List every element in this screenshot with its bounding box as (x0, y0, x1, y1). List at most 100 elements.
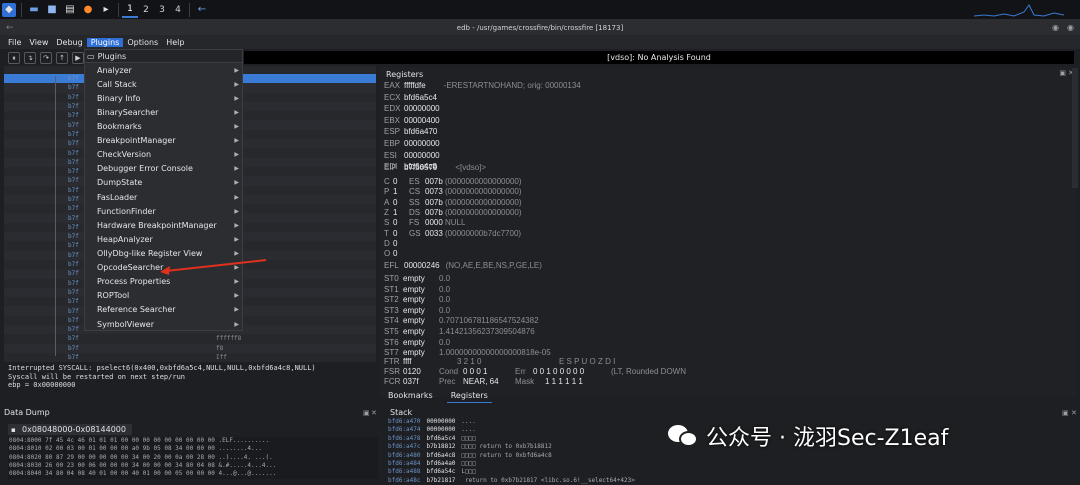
menu-debug[interactable]: Debug (52, 38, 86, 47)
plugin-menu-item[interactable]: Process Properties ▶ (85, 275, 242, 289)
flag-seg-row[interactable]: D0 (384, 239, 445, 248)
tab-bookmarks[interactable]: Bookmarks (384, 389, 437, 403)
pause-icon[interactable]: ⏸ (8, 52, 20, 64)
flag-seg-row[interactable]: C 0 ES 007b (0000000000000000) (384, 177, 522, 186)
fpu-row[interactable]: ST5 empty 1.41421356237309504876 (384, 327, 535, 336)
fpu-row[interactable]: ST1 empty 0.0 (384, 285, 450, 294)
flag-seg-row[interactable]: S 0 FS 0000 NULL (384, 218, 465, 227)
back-arrow-icon[interactable]: ← (195, 3, 209, 17)
flag-seg-row[interactable]: Z 1 DS 007b (0000000000000000) (384, 208, 522, 217)
plugin-menu-item[interactable]: DumpState ▶ (85, 176, 242, 190)
workspace-1[interactable]: 1 (122, 2, 138, 18)
workspace-3[interactable]: 3 (154, 2, 170, 18)
fpu-row[interactable]: ST2 empty 0.0 (384, 295, 450, 304)
plugin-menu-item[interactable]: Debugger Error Console ▶ (85, 162, 242, 176)
workspace-2[interactable]: 2 (138, 2, 154, 18)
plugin-menu-item[interactable]: HeapAnalyzer ▶ (85, 232, 242, 246)
fpu-row[interactable]: ST3 empty 0.0 (384, 306, 450, 315)
fsr-row[interactable]: FSR 0120 Cond 0 0 0 1 Err 0 0 1 0 0 0 0 0 (LT,… (384, 367, 686, 376)
menu-view[interactable]: View (25, 38, 52, 47)
plugins-dropdown: ▭ Plugins Analyzer ▶ Call Stack ▶ Binary Inf… (84, 49, 243, 331)
workspace-4[interactable]: 4 (170, 2, 186, 18)
data-dump-segment-tab[interactable]: ▪ 0x08048000-0x08144000 (8, 424, 132, 435)
plugin-menu-item[interactable]: Hardware BreakpointManager ▶ (85, 218, 242, 232)
flag-seg-row[interactable]: O0 (384, 249, 445, 258)
menu-options[interactable]: Options (123, 38, 162, 47)
gpr-row[interactable]: ESP bfd6a470 (384, 127, 455, 136)
dump-row[interactable]: 0804:8020 80 87 29 00 00 00 00 00 34 00 … (9, 454, 378, 462)
app-launcher-icon[interactable]: ◆ (2, 2, 16, 17)
run-icon[interactable]: ▶ (72, 52, 84, 64)
stack-row[interactable]: bfd6:a478 bfd6a5c4 □□□□ (388, 435, 688, 443)
plugin-menu-item[interactable]: BinarySearcher ▶ (85, 105, 242, 119)
text-editor-icon[interactable]: ▤ (63, 3, 77, 17)
dump-row[interactable]: 0804:8030 26 00 23 00 06 00 00 00 34 00 … (9, 462, 378, 470)
efl-row[interactable]: EFL 00000246 (NO,AE,E,BE,NS,P,GE,LE) (384, 261, 542, 270)
menu-file[interactable]: File (4, 38, 25, 47)
minimize-icon[interactable]: ◉ (1052, 23, 1059, 32)
stack-row[interactable]: bfd6:a47c b7b18812 □□□□ return to 0xb7b188… (388, 443, 688, 451)
tab-registers[interactable]: Registers (446, 389, 492, 403)
stack-row[interactable]: bfd6:a484 bfd6a4a0 □□□□ (388, 460, 688, 468)
plugin-menu-item[interactable]: SymbolViewer ▶ (85, 317, 242, 331)
data-dump-view[interactable]: 0804:8000 7f 45 4c 46 01 01 01 00 00 00 … (8, 437, 378, 479)
fpu-row[interactable]: ST4 empty 0.707106781186547524382 (384, 316, 539, 325)
plugins-dropdown-header[interactable]: ▭ Plugins (85, 50, 242, 63)
panel-close-icon[interactable]: ✕ (1071, 409, 1077, 417)
plugin-menu-item[interactable]: Binary Info ▶ (85, 91, 242, 105)
dump-row[interactable]: 0804:8040 34 80 04 08 40 01 00 00 40 01 … (9, 470, 378, 478)
panel-close-icon[interactable]: ✕ (371, 409, 377, 417)
terminal-icon[interactable]: ▸ (99, 3, 113, 17)
stack-row[interactable]: bfd6:a474 00000000.... (388, 426, 688, 434)
menu-plugins[interactable]: Plugins (86, 37, 124, 47)
gpr-row[interactable]: EBP 00000000 (384, 139, 458, 148)
step-out-icon[interactable]: ↑ (56, 52, 68, 64)
stack-row[interactable]: bfd6:a480 bfd6a4c8 □□□□ return to 0xbfd6a4… (388, 452, 688, 460)
menu-help[interactable]: Help (162, 38, 188, 47)
gpr-row[interactable]: ECX bfd6a5c4 (384, 93, 455, 102)
panel-float-icon[interactable]: ▣ (1059, 69, 1066, 77)
plugin-menu-item[interactable]: CheckVersion ▶ (85, 148, 242, 162)
stack-row[interactable]: bfd6:a470 00000000.... (388, 418, 688, 426)
dump-row[interactable]: 0804:8000 7f 45 4c 46 01 01 01 00 00 00 … (9, 437, 378, 445)
plugin-menu-item[interactable]: Bookmarks ▶ (85, 119, 242, 133)
panel-float-icon[interactable]: ▣ (363, 409, 370, 417)
analysis-banner: [vdso]: No Analysis Found (244, 51, 1074, 64)
gpr-row[interactable]: EAX fffffdfe -ERESTARTNOHAND; orig: 000001… (384, 81, 581, 90)
dump-row[interactable]: 0804:8010 02 00 03 00 01 00 00 00 a0 9b … (9, 445, 378, 453)
panel-float-icon[interactable]: ▣ (1062, 409, 1069, 417)
fcr-row[interactable]: FCR 037f Prec NEAR, 64 Mask 1 1 1 1 1 1 (384, 377, 623, 386)
plugin-menu-item[interactable]: Analyzer ▶ (85, 63, 242, 77)
stack-row[interactable]: bfd6:a48c b7b21817 return to 0xb7b21817 <… (388, 477, 688, 485)
ftr-row[interactable]: FTR ffff 3 2 1 0 E S P U O Z D I (384, 357, 615, 366)
plugin-menu-label: OllyDbg-like Register View (97, 248, 203, 258)
plugin-menu-item[interactable]: FunctionFinder ▶ (85, 204, 242, 218)
gpr-row[interactable]: EDX 00000000 (384, 104, 458, 113)
fpu-row[interactable]: ST7 empty 1.00000000000000000818e-05 (384, 348, 551, 357)
fpu-row[interactable]: ST6 empty 0.0 (384, 338, 450, 347)
fpu-row[interactable]: ST0 empty 0.0 (384, 274, 450, 283)
step-over-icon[interactable]: ↷ (40, 52, 52, 64)
firefox-icon[interactable]: ● (81, 3, 95, 17)
plugin-menu-item[interactable]: FasLoader ▶ (85, 190, 242, 204)
window-back-icon[interactable]: ← (6, 23, 14, 33)
seg-base: (0000000000000000) (445, 197, 522, 207)
fpu-value: 1.41421356237309504876 (439, 327, 535, 336)
close-icon[interactable]: ◉ (1067, 23, 1074, 32)
plugin-menu-item[interactable]: Reference Searcher ▶ (85, 303, 242, 317)
gpr-row[interactable]: EBX 00000400 (384, 116, 458, 125)
stack-row[interactable]: bfd6:a488 bfd6a54c L□□□ (388, 468, 688, 476)
flag-seg-row[interactable]: P 1 CS 0073 (0000000000000000) (384, 187, 522, 196)
scrollbar[interactable] (1072, 68, 1078, 188)
plugin-menu-item[interactable]: Call Stack ▶ (85, 77, 242, 91)
file-manager-icon[interactable]: ■ (45, 3, 59, 17)
desktop-icon[interactable]: ▬ (27, 3, 41, 17)
stack-view[interactable]: bfd6:a470 00000000.... bfd6:a474 00000000..… (388, 418, 688, 484)
plugin-menu-item[interactable]: BreakpointManager ▶ (85, 134, 242, 148)
plugin-menu-item[interactable]: ROPTool ▶ (85, 289, 242, 303)
flag-seg-row[interactable]: A 0 SS 007b (0000000000000000) (384, 198, 522, 207)
flag-seg-row[interactable]: T 0 GS 0033 (00000000b7dc7700) (384, 229, 521, 238)
gpr-row[interactable]: ESI 00000000 (384, 151, 458, 160)
step-into-icon[interactable]: ↴ (24, 52, 36, 64)
eip-row[interactable]: EIP b7f50579 <[vdso]> (384, 163, 486, 172)
